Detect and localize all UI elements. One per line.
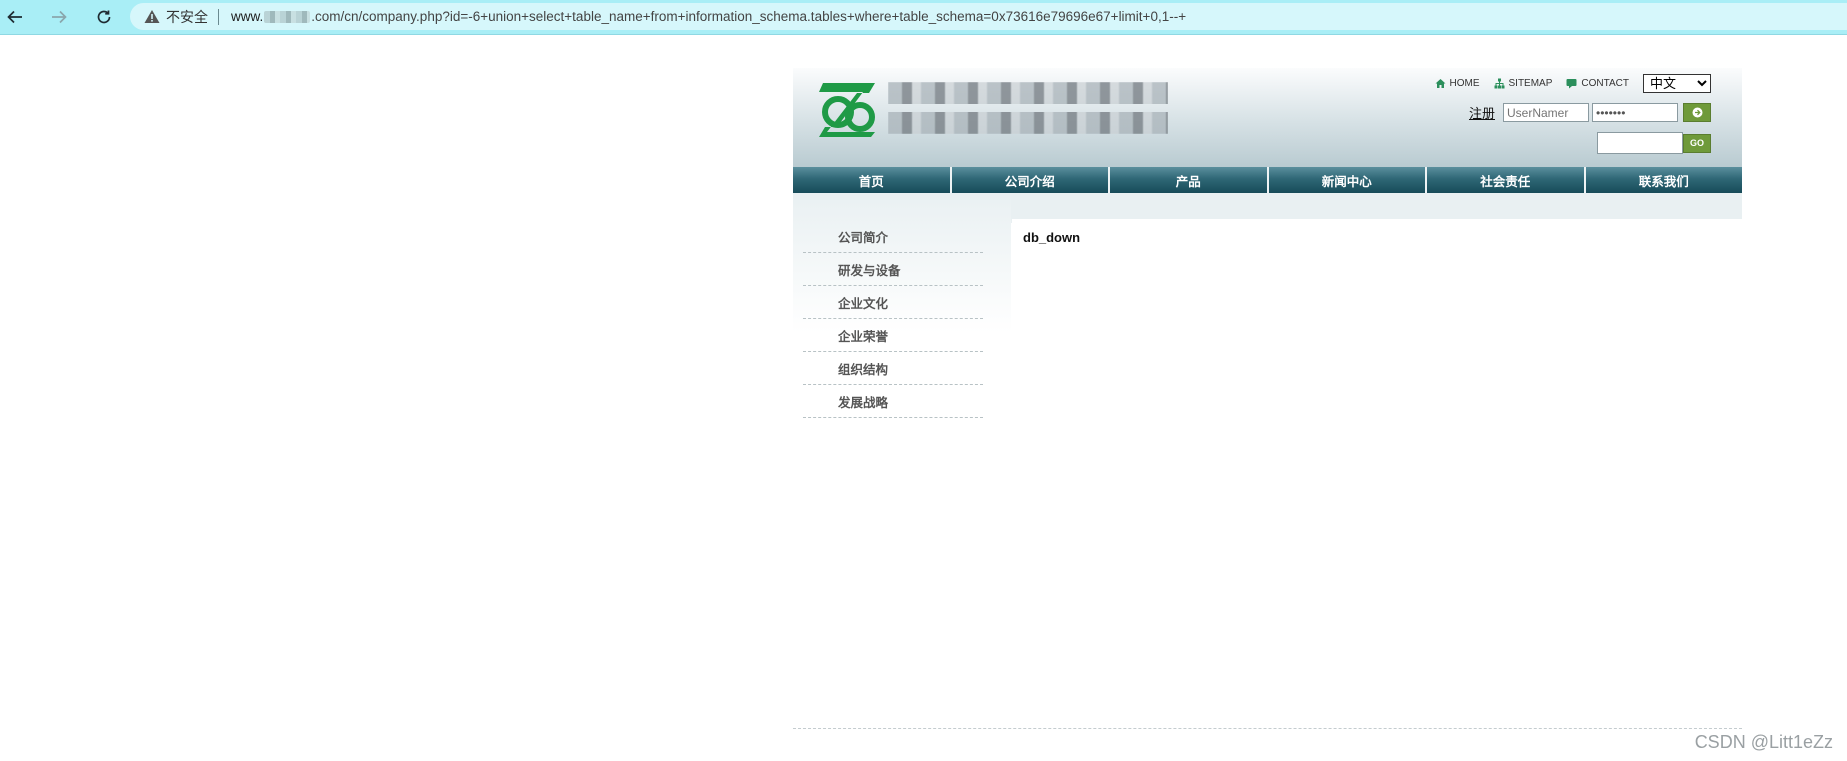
sitemap-icon [1494, 78, 1504, 89]
username-input[interactable] [1503, 103, 1589, 122]
watermark: CSDN @Litt1eZz [1694, 732, 1833, 752]
top-link-label: HOME [1449, 78, 1480, 89]
sidebar-item-culture[interactable]: 企业文化 [803, 286, 983, 319]
address-bar[interactable]: 不安全 www. .com/cn/company.php?id=-6+union… [130, 3, 1847, 30]
nav-item-contact[interactable]: 联系我们 [1585, 167, 1742, 193]
back-arrow-icon[interactable] [2, 4, 28, 30]
redacted-domain [264, 10, 311, 23]
address-divider [218, 8, 219, 25]
register-link[interactable]: 注册 [1469, 103, 1495, 122]
nav-item-home[interactable]: 首页 [793, 167, 952, 193]
sidebar-menu: 公司简介 研发与设备 企业文化 企业荣誉 组织结构 发展战略 [803, 220, 983, 418]
contact-icon [1566, 79, 1577, 89]
login-submit-button[interactable] [1683, 103, 1711, 122]
arrow-right-circle-icon [1692, 107, 1702, 118]
top-link-label: SITEMAP [1508, 78, 1553, 89]
url-text[interactable]: www. .com/cn/company.php?id=-6+union+sel… [231, 9, 1186, 24]
nav-item-about[interactable]: 公司介绍 [951, 167, 1110, 193]
nav-item-news[interactable]: 新闻中心 [1268, 167, 1427, 193]
sidebar-item-honors[interactable]: 企业荣誉 [803, 319, 983, 352]
company-logo[interactable] [817, 80, 881, 138]
nav-item-csr[interactable]: 社会责任 [1427, 167, 1586, 193]
footer-divider [793, 728, 1742, 729]
url-prefix: www. [231, 9, 264, 24]
top-link-contact[interactable]: CONTACT [1566, 78, 1629, 89]
top-links: HOME SITEMAP CONTACT 中文 [1435, 74, 1711, 93]
top-link-home[interactable]: HOME [1435, 78, 1480, 89]
warning-icon[interactable] [144, 9, 160, 24]
login-form: 注册 [1469, 103, 1711, 122]
password-input[interactable] [1592, 103, 1678, 122]
sidebar-item-strategy[interactable]: 发展战略 [803, 385, 983, 418]
url-path: .com/cn/company.php?id=-6+union+select+t… [311, 9, 1187, 24]
reload-icon[interactable] [91, 4, 117, 30]
sidebar-item-structure[interactable]: 组织结构 [803, 352, 983, 385]
sidebar-item-profile[interactable]: 公司简介 [803, 220, 983, 253]
redacted-company-name [888, 82, 1168, 134]
top-link-label: CONTACT [1581, 78, 1629, 89]
forward-arrow-icon[interactable] [46, 4, 72, 30]
main-nav: 首页 公司介绍 产品 新闻中心 社会责任 联系我们 [793, 167, 1742, 193]
site-search: GO [1597, 132, 1711, 154]
language-select[interactable]: 中文 [1643, 74, 1711, 93]
nav-item-products[interactable]: 产品 [1110, 167, 1269, 193]
sidebar-item-rnd[interactable]: 研发与设备 [803, 253, 983, 286]
home-icon [1435, 79, 1445, 88]
query-result-text: db_down [1023, 230, 1081, 245]
browser-toolbar: 不安全 www. .com/cn/company.php?id=-6+union… [0, 0, 1847, 35]
main-content: db_down [1012, 219, 1742, 619]
security-label[interactable]: 不安全 [166, 7, 208, 27]
site-header: HOME SITEMAP CONTACT 中文 注册 GO [793, 68, 1742, 167]
search-go-button[interactable]: GO [1683, 133, 1711, 153]
top-link-sitemap[interactable]: SITEMAP [1494, 78, 1553, 89]
search-input[interactable] [1597, 132, 1683, 154]
